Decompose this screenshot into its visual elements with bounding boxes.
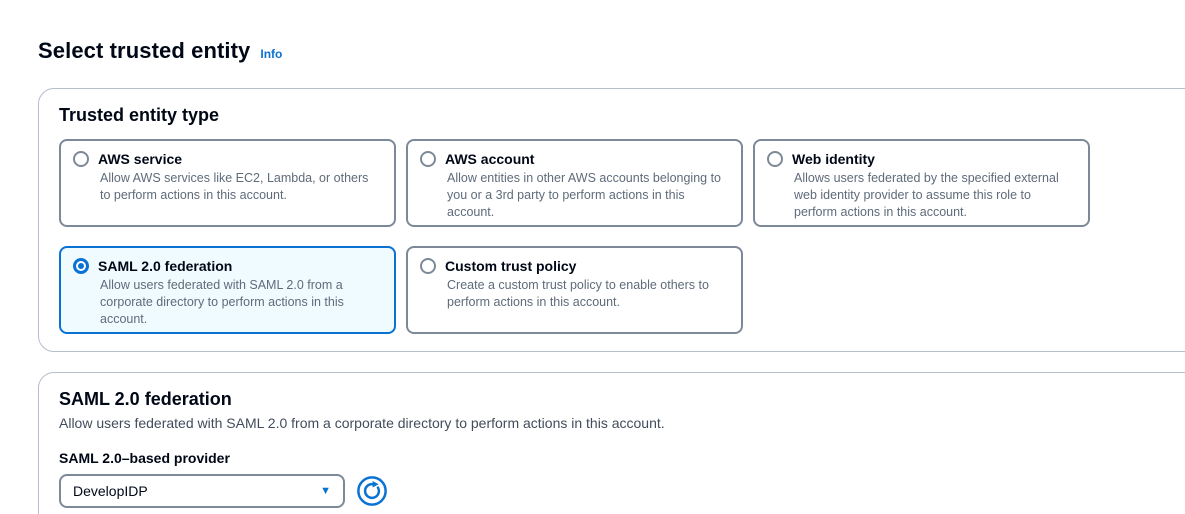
- trusted-entity-type-card: Trusted entity type AWS service Allow AW…: [38, 88, 1185, 352]
- tile-saml-federation[interactable]: SAML 2.0 federation Allow users federate…: [59, 246, 396, 334]
- refresh-icon: [357, 476, 387, 506]
- tile-description: Allow entities in other AWS accounts bel…: [447, 170, 729, 221]
- saml-card-description: Allow users federated with SAML 2.0 from…: [59, 415, 1185, 431]
- saml-provider-value: DevelopIDP: [73, 483, 148, 499]
- select-trusted-entity-page: Select trusted entity Info Trusted entit…: [0, 0, 1185, 514]
- saml-provider-select[interactable]: DevelopIDP ▼: [59, 474, 345, 508]
- tile-label: AWS service: [98, 151, 182, 167]
- tile-description: Allow users federated with SAML 2.0 from…: [100, 277, 382, 328]
- radio-aws-service[interactable]: [73, 151, 89, 167]
- caret-down-icon: ▼: [320, 486, 331, 497]
- saml-card-heading: SAML 2.0 federation: [59, 389, 1185, 410]
- page-header: Select trusted entity Info: [38, 38, 282, 64]
- info-link[interactable]: Info: [260, 47, 282, 61]
- tile-label: AWS account: [445, 151, 534, 167]
- radio-custom-trust-policy[interactable]: [420, 258, 436, 274]
- radio-saml-federation[interactable]: [73, 258, 89, 274]
- radio-aws-account[interactable]: [420, 151, 436, 167]
- radio-web-identity[interactable]: [767, 151, 783, 167]
- tile-web-identity[interactable]: Web identity Allows users federated by t…: [753, 139, 1090, 227]
- tile-label: Web identity: [792, 151, 875, 167]
- saml-federation-card: SAML 2.0 federation Allow users federate…: [38, 372, 1185, 514]
- page-title: Select trusted entity: [38, 38, 250, 64]
- saml-provider-label: SAML 2.0–based provider: [59, 450, 1185, 466]
- tile-description: Allows users federated by the specified …: [794, 170, 1076, 221]
- tile-aws-service[interactable]: AWS service Allow AWS services like EC2,…: [59, 139, 396, 227]
- tile-aws-account[interactable]: AWS account Allow entities in other AWS …: [406, 139, 743, 227]
- tile-description: Allow AWS services like EC2, Lambda, or …: [100, 170, 382, 204]
- saml-provider-row: DevelopIDP ▼: [59, 474, 1185, 508]
- refresh-button[interactable]: [356, 475, 388, 507]
- trusted-entity-type-heading: Trusted entity type: [59, 105, 1185, 126]
- tile-label: Custom trust policy: [445, 258, 576, 274]
- trusted-entity-tiles: AWS service Allow AWS services like EC2,…: [59, 139, 1185, 334]
- tile-description: Create a custom trust policy to enable o…: [447, 277, 729, 311]
- tile-custom-trust-policy[interactable]: Custom trust policy Create a custom trus…: [406, 246, 743, 334]
- tile-label: SAML 2.0 federation: [98, 258, 232, 274]
